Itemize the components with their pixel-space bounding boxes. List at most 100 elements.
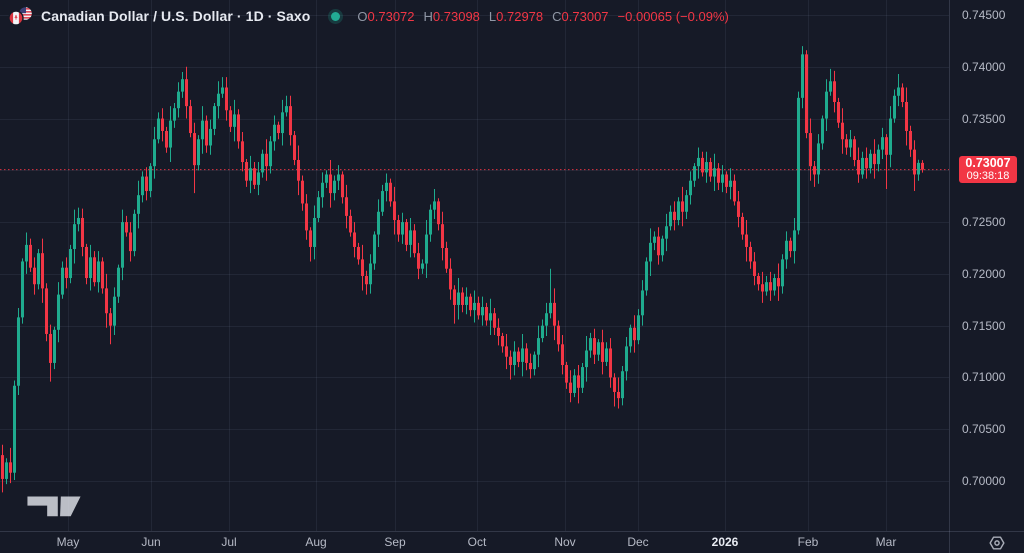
candle-up [801, 46, 804, 108]
price-axis[interactable]: 0.745000.740000.735000.730000.725000.720… [950, 0, 1024, 531]
candle-up [133, 210, 136, 257]
time-axis[interactable]: MayJunJulAugSepOctNovDec2026FebMar [0, 532, 950, 553]
candle-down [529, 354, 532, 379]
price-tick-label: 0.74000 [962, 60, 1005, 74]
candle-down [789, 238, 792, 258]
candle-down [633, 315, 636, 352]
time-tick-label: Feb [798, 535, 819, 549]
candle-down [833, 71, 836, 112]
candle-up [781, 254, 784, 293]
currency-pair-flags-icon [8, 6, 34, 26]
candle-down [757, 273, 760, 291]
candle-down [557, 320, 560, 351]
candle-up [545, 303, 548, 336]
candle-up [217, 81, 220, 118]
candle-down [865, 148, 868, 179]
candle-up [257, 162, 260, 195]
price-tick-label: 0.73500 [962, 112, 1005, 126]
candle-up [201, 106, 204, 154]
market-status-icon[interactable] [331, 12, 340, 21]
candle-up [233, 100, 236, 141]
candle-down [301, 176, 304, 211]
candle-up [433, 189, 436, 219]
candle-up [121, 210, 124, 280]
candle-down [601, 330, 604, 375]
time-tick-label: Nov [554, 535, 575, 549]
time-tick-label: Jun [141, 535, 160, 549]
candle-up [541, 319, 544, 342]
candle-down [341, 171, 344, 203]
candle-up [729, 168, 732, 199]
candlestick-chart-canvas[interactable] [0, 0, 1024, 553]
candle-up [37, 249, 40, 289]
low-value: 0.72978 [496, 9, 543, 24]
candle-down [225, 77, 228, 120]
candle-down [145, 167, 148, 200]
candle-up [825, 79, 828, 131]
candle-down [85, 244, 88, 284]
candle-down [577, 365, 580, 403]
candle-up [585, 336, 588, 382]
candle-up [621, 366, 624, 405]
time-tick-label: Jul [221, 535, 236, 549]
candle-down [873, 139, 876, 178]
candle-up [385, 173, 388, 201]
candle-down [161, 108, 164, 141]
candle-down [753, 252, 756, 285]
candle-down [681, 187, 684, 226]
candle-down [485, 303, 488, 326]
time-tick-label: Dec [627, 535, 648, 549]
candle-down [357, 243, 360, 265]
candle-down [561, 335, 564, 374]
candle-down [501, 333, 504, 353]
candle-up [605, 342, 608, 366]
axis-settings-icon[interactable] [987, 533, 1007, 553]
candle-down [525, 343, 528, 370]
candle-down [493, 308, 496, 335]
tradingview-logo[interactable] [27, 495, 81, 517]
candle-up [285, 96, 288, 117]
candle-down [165, 127, 168, 153]
candle-up [269, 136, 272, 173]
candle-down [769, 272, 772, 301]
candle-down [417, 243, 420, 279]
candle-down [105, 274, 108, 328]
candle-down [609, 338, 612, 388]
symbol-title[interactable]: Canadian Dollar / U.S. Dollar · 1D · Sax… [41, 8, 310, 24]
candle-down [569, 370, 572, 402]
candle-up [473, 290, 476, 322]
candle-down [613, 373, 616, 406]
candle-down [461, 287, 464, 312]
candle-up [849, 130, 852, 157]
candle-up [693, 163, 696, 187]
candle-down [453, 285, 456, 323]
candle-up [273, 115, 276, 150]
candle-down [905, 87, 908, 145]
candle-up [697, 148, 700, 179]
close-value: 0.73007 [562, 9, 609, 24]
candle-down [737, 191, 740, 227]
candle-down [305, 194, 308, 240]
candle-down [205, 115, 208, 152]
candle-up [881, 128, 884, 159]
candle-down [813, 161, 816, 187]
candle-up [177, 82, 180, 117]
candle-up [669, 206, 672, 231]
candle-up [641, 280, 644, 326]
candle-down [245, 159, 248, 187]
candle-down [81, 209, 84, 257]
candle-up [221, 77, 224, 98]
candle-up [645, 257, 648, 295]
candle-up [649, 228, 652, 276]
candle-down [617, 377, 620, 408]
last-price-label: 0.73007 09:38:18 [959, 156, 1017, 183]
candle-up [25, 232, 28, 273]
change-value: −0.00065 (−0.09%) [618, 9, 729, 24]
candle-down [449, 258, 452, 299]
candle-up [325, 170, 328, 188]
candle-down [809, 119, 812, 181]
candle-down [509, 351, 512, 380]
candle-up [597, 339, 600, 361]
candle-up [713, 154, 716, 191]
candle-up [97, 251, 100, 292]
